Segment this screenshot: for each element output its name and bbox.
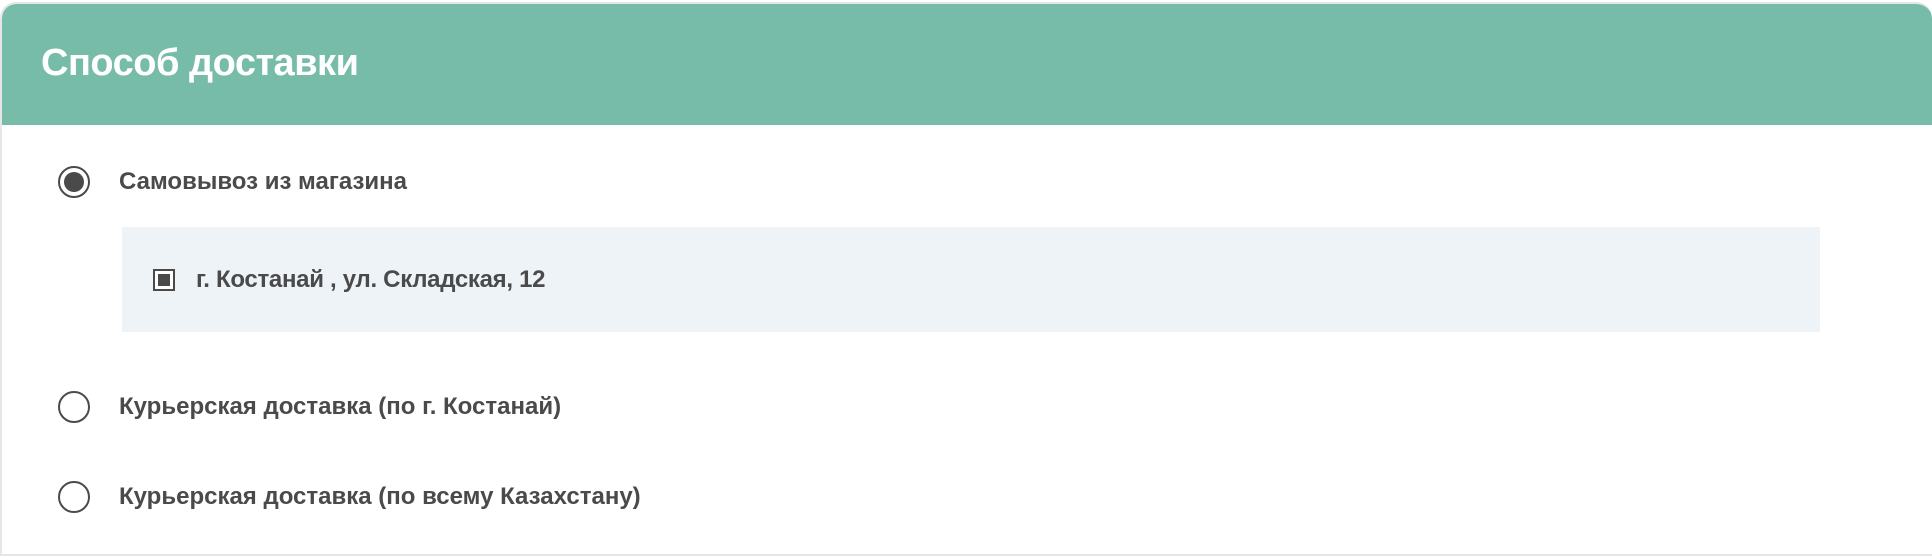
store-address-label: г. Костанай , ул. Складская, 12 <box>196 265 546 293</box>
store-checkbox[interactable] <box>153 268 175 291</box>
radio-courier-kazakhstan[interactable] <box>58 481 90 513</box>
delivery-option-label: Курьерская доставка (по г. Костанай) <box>119 393 562 420</box>
pickup-store-item[interactable]: г. Костанай , ул. Складская, 12 <box>153 266 545 294</box>
panel-header: Способ доставки <box>2 4 1932 125</box>
delivery-option-courier-kazakhstan[interactable]: Курьерская доставка (по всему Казахстану… <box>58 477 641 517</box>
delivery-option-label: Самовывоз из магазина <box>119 168 407 195</box>
radio-pickup[interactable] <box>58 166 90 198</box>
delivery-option-label: Курьерская доставка (по всему Казахстану… <box>119 483 641 510</box>
panel-title: Способ доставки <box>41 42 359 84</box>
delivery-option-courier-city[interactable]: Курьерская доставка (по г. Костанай) <box>58 387 561 427</box>
pickup-store-list: г. Костанай , ул. Складская, 12 <box>122 227 1820 332</box>
radio-courier-city[interactable] <box>58 391 90 423</box>
delivery-method-panel: Способ доставки Самовывоз из магазина г.… <box>0 2 1932 556</box>
delivery-option-pickup[interactable]: Самовывоз из магазина <box>58 162 407 202</box>
